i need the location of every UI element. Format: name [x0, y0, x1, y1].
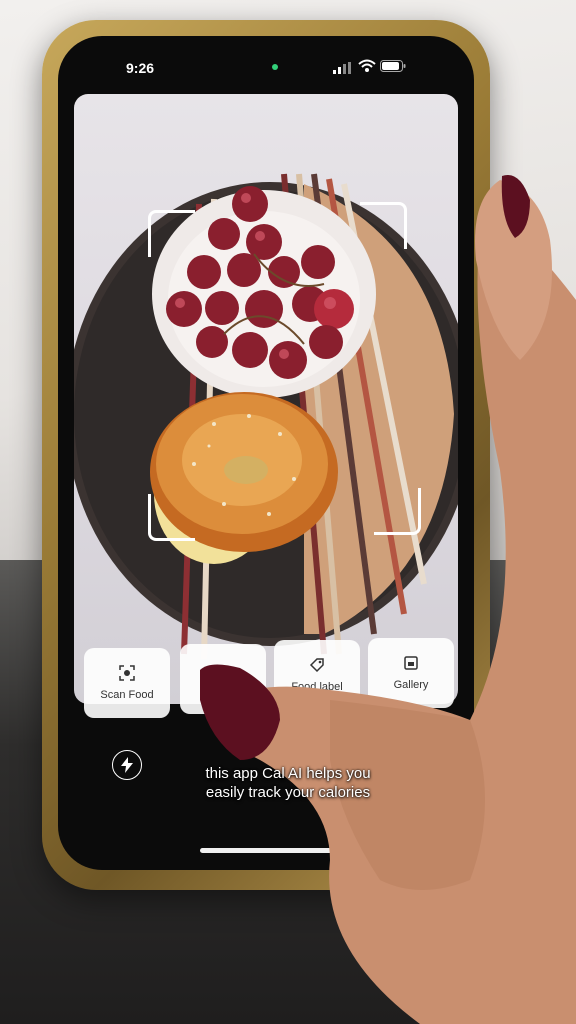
- caption-line-1: this app Cal AI helps you: [205, 765, 371, 782]
- flash-toggle-button[interactable]: [112, 750, 142, 780]
- scan-frame-corner-bottom-left: [148, 494, 195, 541]
- status-time: 9:26: [126, 60, 155, 76]
- scan-food-icon: [119, 665, 135, 681]
- caption-line-2: easily track your calories: [205, 784, 371, 801]
- scan-frame-corner-top-left: [148, 210, 195, 257]
- flash-icon: [121, 757, 133, 773]
- phone-screen: 9:26 Scan Food Food label Gallery: [58, 36, 474, 870]
- wifi-icon: [358, 59, 376, 72]
- scan-mode-toolbar: Scan Food Food label Gallery: [84, 638, 464, 720]
- scan-food-button[interactable]: Scan Food: [84, 648, 170, 718]
- status-bar: 9:26: [58, 36, 474, 96]
- gallery-label: Gallery: [393, 679, 429, 691]
- food-label-button[interactable]: Food label: [274, 640, 360, 710]
- gallery-icon: [403, 655, 419, 671]
- food-photo: [74, 173, 458, 660]
- signal-icon: [333, 62, 351, 74]
- video-caption: this app Cal AI helps you easily track y…: [150, 764, 426, 802]
- scan-frame-corner-bottom-right: [374, 488, 421, 535]
- camera-viewfinder[interactable]: [74, 94, 458, 704]
- camera-indicator-dot: [272, 64, 278, 70]
- scan-food-label: Scan Food: [100, 689, 154, 701]
- barcode-button[interactable]: [180, 644, 266, 714]
- battery-icon: [380, 60, 406, 72]
- scan-frame-corner-top-right: [360, 202, 407, 249]
- food-label-icon: [309, 657, 325, 673]
- photo-scene: 9:26 Scan Food Food label Gallery this a…: [0, 0, 576, 1024]
- food-label-text: Food label: [291, 681, 343, 693]
- gallery-button[interactable]: Gallery: [368, 638, 454, 708]
- home-indicator[interactable]: [200, 848, 332, 853]
